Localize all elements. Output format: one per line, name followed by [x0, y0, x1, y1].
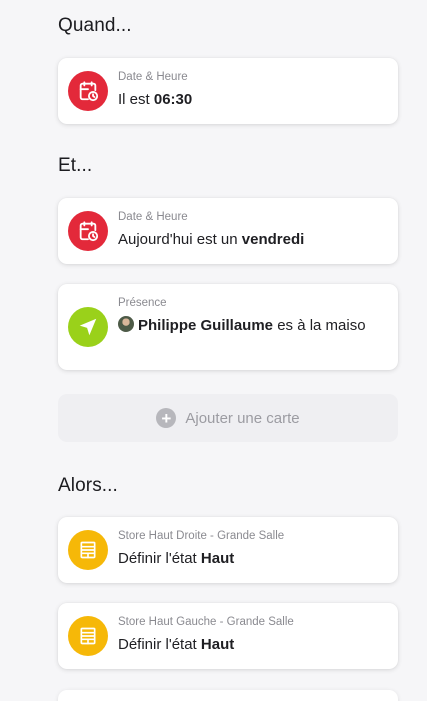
- action-card-blind-left[interactable]: Store Haut Gauche - Grande Salle Définir…: [58, 603, 398, 669]
- plus-circle-icon: +: [156, 408, 177, 428]
- condition-description: Aujourd'hui est un vendredi: [118, 231, 305, 248]
- navigation-arrow-icon: [68, 307, 108, 347]
- window-blind-icon: [68, 616, 108, 656]
- add-card-button[interactable]: + Ajouter une carte: [58, 394, 398, 442]
- trigger-description: Il est 06:30: [118, 91, 193, 108]
- window-blind-icon: [68, 530, 108, 570]
- user-avatar: [118, 316, 134, 332]
- automation-editor: Quand... Date & Heure Il est 06:30 Et...: [0, 0, 427, 701]
- action-description: Définir l'état Haut: [118, 550, 235, 567]
- action-subtitle: Store Haut Gauche - Grande Salle: [118, 616, 294, 628]
- trigger-subtitle: Date & Heure: [118, 71, 188, 83]
- calendar-clock-icon: [68, 71, 108, 111]
- action-subtitle: Store Haut Droite - Grande Salle: [118, 530, 285, 542]
- add-card-label: Ajouter une carte: [185, 409, 300, 427]
- condition-description: Philippe Guillaume es à la maiso: [118, 315, 386, 337]
- condition-subtitle: Date & Heure: [118, 211, 188, 223]
- condition-card-datetime[interactable]: Date & Heure Aujourd'hui est un vendredi: [58, 198, 398, 264]
- then-section-title: Alors...: [58, 475, 118, 496]
- when-section-title: Quand...: [58, 15, 132, 36]
- action-description: Définir l'état Haut: [118, 636, 235, 653]
- calendar-clock-icon: [68, 211, 108, 251]
- action-card-partial[interactable]: [58, 690, 398, 701]
- trigger-card-datetime[interactable]: Date & Heure Il est 06:30: [58, 58, 398, 124]
- action-card-blind-right[interactable]: Store Haut Droite - Grande Salle Définir…: [58, 517, 398, 583]
- condition-card-presence[interactable]: Présence Philippe Guillaume es à la mais…: [58, 284, 398, 370]
- and-section-title: Et...: [58, 155, 93, 176]
- condition-subtitle: Présence: [118, 297, 167, 309]
